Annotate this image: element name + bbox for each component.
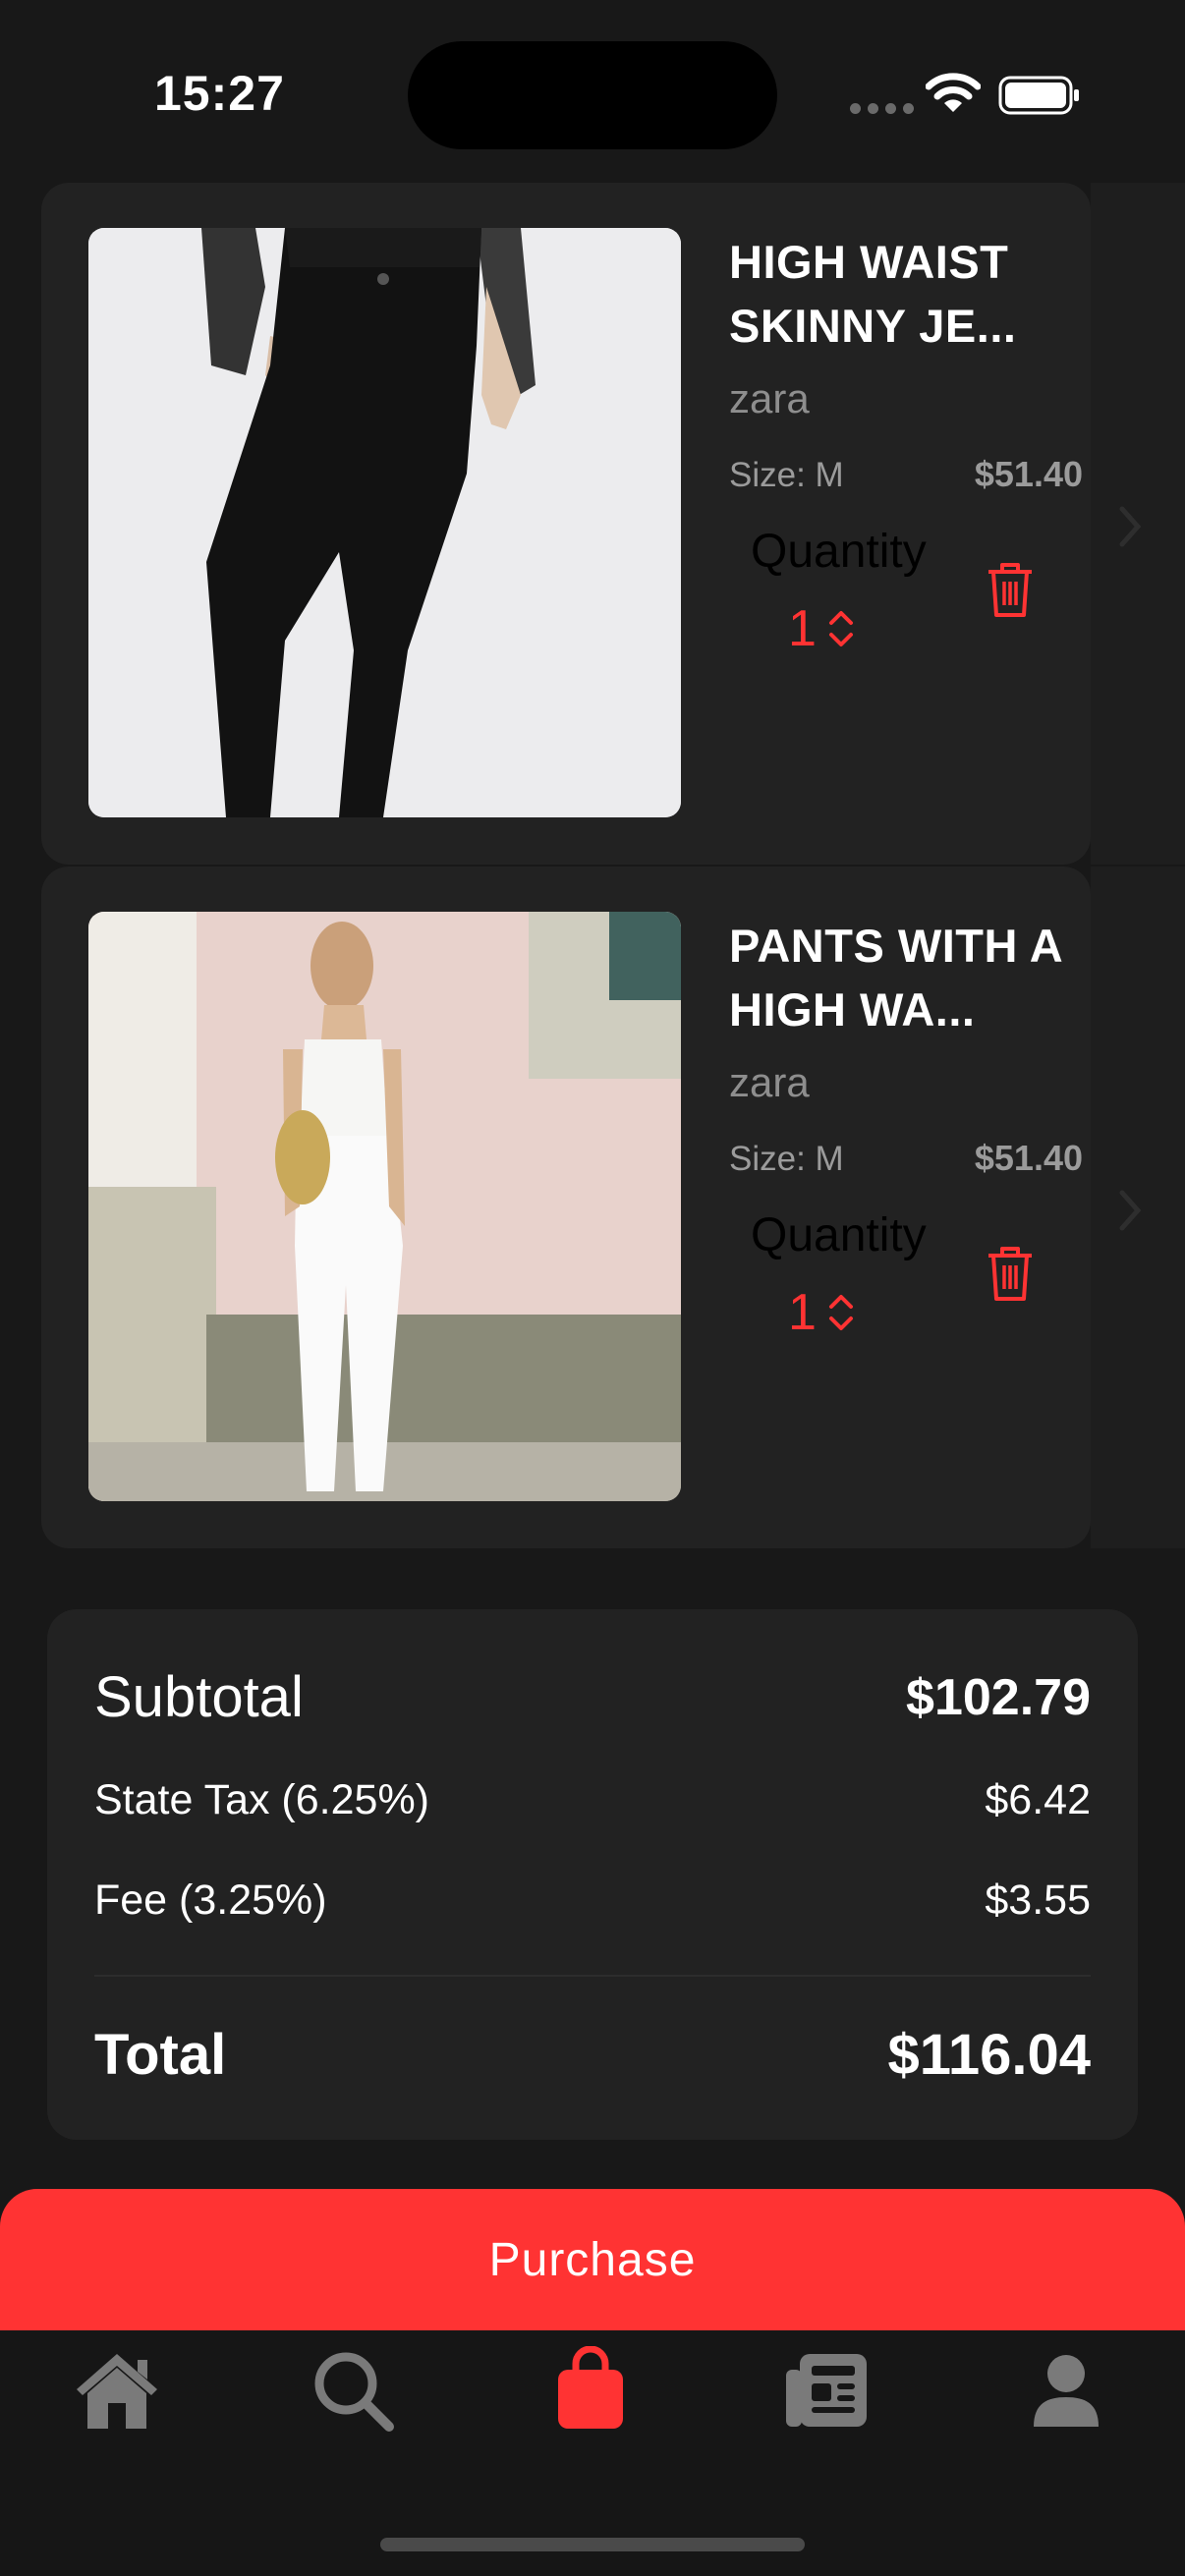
news-icon[interactable]	[782, 2346, 871, 2435]
status-time: 15:27	[154, 66, 285, 121]
search-icon[interactable]	[309, 2346, 397, 2435]
quantity-label: Quantity	[751, 526, 927, 578]
chevron-right-icon	[1119, 1190, 1142, 1231]
cart-item-card[interactable]: HIGH WAIST SKINNY JE... zara Size: M $51…	[41, 183, 1091, 865]
subtotal-value: $102.79	[906, 1668, 1091, 1726]
cart-item-card[interactable]: PANTS WITH A HIGH WA... zara Size: M $51…	[41, 867, 1091, 1548]
subtotal-row: Subtotal $102.79	[94, 1664, 1091, 1730]
battery-icon	[998, 76, 1079, 115]
summary-divider	[94, 1975, 1091, 1977]
fee-value: $3.55	[985, 1876, 1091, 1924]
order-summary: Subtotal $102.79 State Tax (6.25%) $6.42…	[47, 1609, 1138, 2140]
tax-value: $6.42	[985, 1776, 1091, 1823]
quantity-value: 1	[788, 1284, 817, 1341]
product-price: $51.40	[974, 1138, 1083, 1178]
trash-icon[interactable]	[985, 560, 1036, 619]
product-size: Size: M	[729, 456, 844, 494]
product-price: $51.40	[974, 454, 1083, 494]
tax-label: State Tax (6.25%)	[94, 1776, 429, 1823]
product-title[interactable]: HIGH WAIST SKINNY JE...	[729, 230, 1083, 358]
quantity-value: 1	[788, 600, 817, 657]
chevron-up-down-icon	[828, 611, 853, 646]
quantity-label: Quantity	[751, 1209, 927, 1261]
total-label: Total	[94, 2023, 227, 2087]
cellular-signal-icon	[850, 103, 914, 114]
bag-icon[interactable]	[546, 2346, 635, 2435]
product-size: Size: M	[729, 1140, 844, 1178]
quantity-stepper[interactable]: 1	[788, 599, 856, 658]
fee-label: Fee (3.25%)	[94, 1876, 327, 1924]
tax-row: State Tax (6.25%) $6.42	[94, 1776, 1091, 1824]
dynamic-island	[408, 41, 777, 149]
chevron-right-icon	[1119, 506, 1142, 547]
product-brand: zara	[729, 375, 810, 421]
home-indicator	[380, 2538, 805, 2551]
product-image[interactable]	[88, 228, 681, 817]
profile-icon[interactable]	[1022, 2346, 1110, 2435]
trash-icon[interactable]	[985, 1244, 1036, 1303]
purchase-button[interactable]: Purchase	[0, 2189, 1185, 2330]
product-brand: zara	[729, 1059, 810, 1105]
fee-row: Fee (3.25%) $3.55	[94, 1876, 1091, 1925]
chevron-up-down-icon	[828, 1295, 853, 1330]
product-title[interactable]: PANTS WITH A HIGH WA...	[729, 914, 1083, 1041]
total-value: $116.04	[887, 2023, 1091, 2087]
product-image[interactable]	[88, 912, 681, 1501]
home-icon[interactable]	[73, 2346, 161, 2435]
subtotal-label: Subtotal	[94, 1665, 304, 1729]
total-row: Total $116.04	[94, 2022, 1091, 2088]
wifi-icon	[926, 73, 981, 112]
quantity-stepper[interactable]: 1	[788, 1283, 856, 1342]
